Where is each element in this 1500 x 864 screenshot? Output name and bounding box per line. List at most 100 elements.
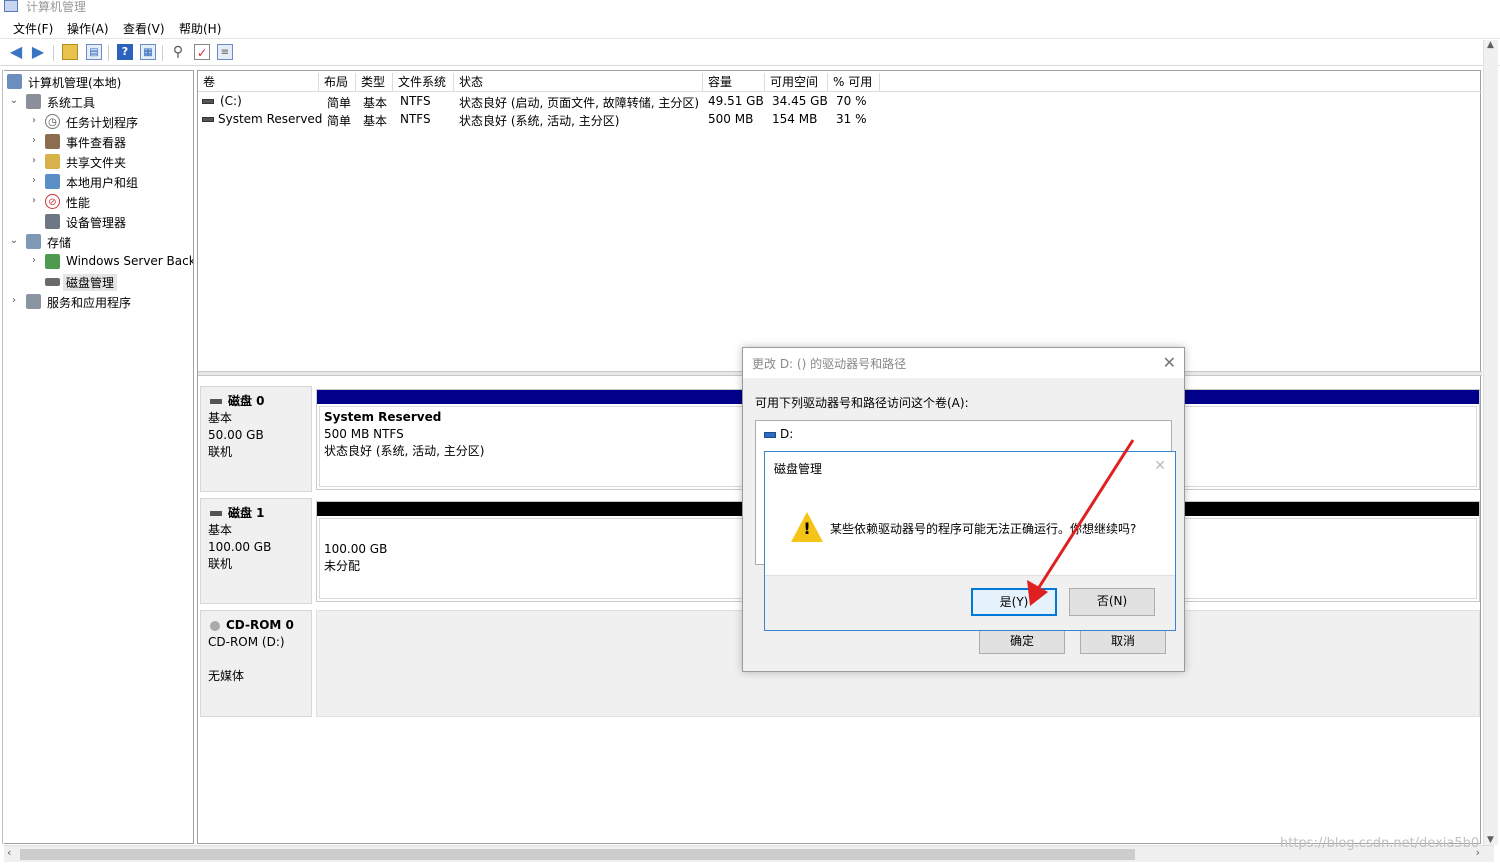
column-free-space[interactable]: 可用空间 — [765, 73, 828, 92]
status-cell: 状态良好 (启动, 页面文件, 故障转储, 主分区) — [459, 96, 700, 110]
chevron-right-icon[interactable]: › — [28, 155, 40, 166]
filesystem-cell: NTFS — [400, 94, 431, 108]
list-item-label: D: — [780, 427, 794, 441]
disk0-name: 磁盘 0 — [228, 394, 265, 408]
tree-item-event-viewer[interactable]: › 事件查看器 — [4, 132, 193, 152]
disk-icon — [45, 278, 60, 286]
checklist-icon[interactable]: ✓ — [194, 44, 210, 60]
chevron-right-icon[interactable]: › — [28, 115, 40, 126]
tree-item-performance[interactable]: › ⊘ 性能 — [4, 192, 193, 212]
ok-button[interactable]: 确定 — [979, 628, 1065, 654]
tree-item-local-users[interactable]: › 本地用户和组 — [4, 172, 193, 192]
confirm-dialog: 磁盘管理 ✕ ! 某些依赖驱动器号的程序可能无法正确运行。你想继续吗? 是(Y)… — [764, 451, 1176, 631]
toolbar-separator — [108, 45, 109, 61]
tree-label: 计算机管理(本地) — [28, 76, 122, 90]
tree-item-storage[interactable]: ⌄ 存储 — [4, 232, 193, 252]
volume-name-cell: System Reserved — [202, 112, 322, 126]
list-icon[interactable]: ≡ — [217, 44, 233, 60]
forward-arrow-icon[interactable]: ▶ — [30, 44, 46, 60]
cdrom0-label[interactable]: CD-ROM 0 CD-ROM (D:) 无媒体 — [200, 610, 312, 717]
tree-item-device-manager[interactable]: 设备管理器 — [4, 212, 193, 232]
watermark: https://blog.csdn.net/dexia5b0 — [1280, 836, 1480, 851]
horizontal-scrollbar[interactable]: ‹ › — [4, 845, 1494, 862]
table-row[interactable]: (C:) 简单 基本 NTFS 状态良好 (启动, 页面文件, 故障转储, 主分… — [198, 93, 1482, 111]
drive-icon — [202, 99, 214, 104]
help-icon[interactable]: ? — [117, 44, 133, 60]
chevron-right-icon[interactable]: › — [8, 295, 20, 306]
capacity-cell: 49.51 GB — [708, 94, 764, 108]
tree-label: 本地用户和组 — [66, 176, 139, 190]
percent-free-cell: 70 % — [836, 94, 867, 108]
no-button[interactable]: 否(N) — [1069, 588, 1155, 616]
scroll-up-icon[interactable]: ▲ — [1487, 40, 1494, 50]
drive-icon — [764, 431, 776, 438]
tree-item-task-scheduler[interactable]: › ◷ 任务计划程序 — [4, 112, 193, 132]
tree-item-services-apps[interactable]: › 服务和应用程序 — [4, 292, 193, 312]
tree-item-shared-folders[interactable]: › 共享文件夹 — [4, 152, 193, 172]
disk1-label[interactable]: 磁盘 1 基本 100.00 GB 联机 — [200, 498, 312, 604]
column-layout[interactable]: 布局 — [319, 73, 356, 92]
tree-label: 任务计划程序 — [66, 116, 139, 130]
tree-item-windows-backup[interactable]: › Windows Server Back — [4, 252, 194, 272]
column-capacity[interactable]: 容量 — [703, 73, 765, 92]
disk1-name: 磁盘 1 — [228, 506, 265, 520]
yes-button[interactable]: 是(Y) — [971, 588, 1057, 616]
toolbar: ◀ ▶ ▤ ? ▦ ⚲ ✓ ≡ — [0, 40, 1500, 66]
column-volume[interactable]: 卷 — [198, 73, 319, 92]
percent-free-cell: 31 % — [836, 112, 867, 126]
shared-folder-icon — [45, 154, 60, 169]
type-cell: 基本 — [363, 114, 388, 128]
tree-label: 事件查看器 — [66, 136, 127, 150]
volume-name: System Reserved — [218, 112, 323, 126]
column-filesystem[interactable]: 文件系统 — [393, 73, 454, 92]
menu-file[interactable]: 文件(F) — [13, 20, 53, 37]
confirm-message: 某些依赖驱动器号的程序可能无法正确运行。你想继续吗? — [830, 522, 1137, 536]
show-hide-tree-icon[interactable]: ▤ — [86, 44, 102, 60]
warning-exclamation: ! — [803, 519, 811, 538]
connect-icon[interactable]: ⚲ — [170, 44, 186, 60]
chevron-right-icon[interactable]: › — [28, 255, 40, 266]
dialog-prompt: 可用下列驱动器号和路径访问这个卷(A): — [755, 396, 969, 410]
chevron-right-icon[interactable]: › — [28, 195, 40, 206]
properties-icon[interactable]: ▦ — [140, 44, 156, 60]
tree-item-root[interactable]: 计算机管理(本地) — [4, 72, 193, 92]
back-arrow-icon[interactable]: ◀ — [8, 44, 24, 60]
column-type[interactable]: 类型 — [356, 73, 393, 92]
vertical-scrollbar[interactable]: ▲ ▼ — [1483, 40, 1498, 845]
disk0-name-row: 磁盘 0 — [208, 393, 311, 410]
cdrom0-status: 无媒体 — [208, 669, 245, 683]
event-viewer-icon — [45, 134, 60, 149]
chevron-right-icon[interactable]: › — [28, 135, 40, 146]
clock-icon: ◷ — [45, 114, 60, 129]
volume-table-header: 卷 布局 类型 文件系统 状态 容量 可用空间 % 可用 — [198, 73, 1482, 92]
tree-label: 服务和应用程序 — [47, 296, 132, 310]
cdrom0-drive: CD-ROM (D:) — [208, 635, 285, 649]
drive-icon — [202, 117, 214, 122]
column-status[interactable]: 状态 — [454, 73, 703, 92]
menu-action[interactable]: 操作(A) — [67, 20, 109, 37]
close-icon[interactable]: ✕ — [1163, 353, 1176, 372]
menu-view[interactable]: 查看(V) — [123, 20, 165, 37]
menu-bar: 文件(F) 操作(A) 查看(V) 帮助(H) — [0, 17, 1500, 39]
cancel-button[interactable]: 取消 — [1080, 628, 1166, 654]
chevron-down-icon[interactable]: ⌄ — [8, 235, 20, 246]
scrollbar-thumb[interactable] — [20, 849, 1135, 860]
users-icon — [45, 174, 60, 189]
up-folder-icon[interactable] — [62, 44, 78, 60]
disk1-status: 联机 — [208, 557, 233, 571]
tree-label: Windows Server Back — [66, 254, 194, 268]
menu-help[interactable]: 帮助(H) — [179, 20, 221, 37]
column-percent-free[interactable]: % 可用 — [828, 73, 880, 92]
scroll-left-icon[interactable]: ‹ — [7, 846, 11, 859]
disk0-label[interactable]: 磁盘 0 基本 50.00 GB 联机 — [200, 386, 312, 492]
close-icon[interactable]: ✕ — [1154, 458, 1166, 474]
list-item[interactable]: D: — [764, 427, 793, 441]
scroll-down-icon[interactable]: ▼ — [1487, 835, 1494, 845]
performance-icon: ⊘ — [45, 194, 60, 209]
chevron-right-icon[interactable]: › — [28, 175, 40, 186]
tree-item-disk-management[interactable]: 磁盘管理 — [4, 272, 193, 292]
tree-item-system-tools[interactable]: ⌄ 系统工具 — [4, 92, 193, 112]
layout-cell: 简单 — [327, 114, 352, 128]
table-row[interactable]: System Reserved 简单 基本 NTFS 状态良好 (系统, 活动,… — [198, 111, 1482, 129]
chevron-down-icon[interactable]: ⌄ — [8, 95, 20, 106]
